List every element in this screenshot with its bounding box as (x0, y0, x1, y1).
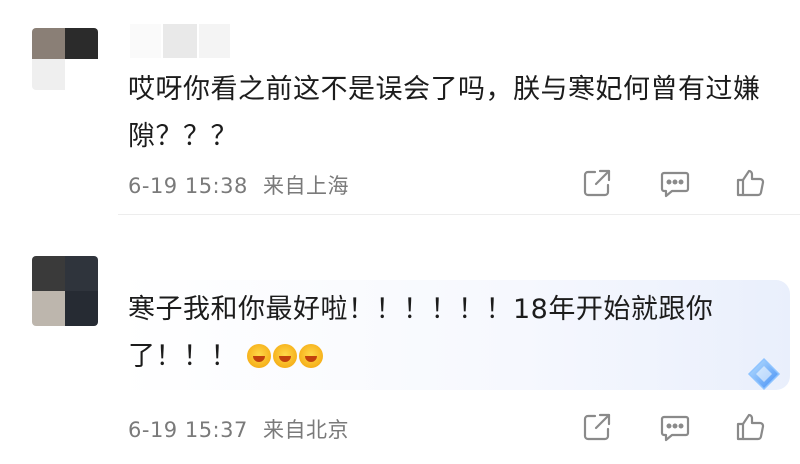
like-icon[interactable] (734, 410, 768, 444)
comment-item: 寒子我和你最好啦！！！！！！18年开始就跟你了！！！ 6-19 15:37 来自… (0, 228, 800, 464)
comment-text-content: 寒子我和你最好啦！！！！！！18年开始就跟你了！！！ (128, 294, 714, 372)
comment-time: 6-19 15:37 (128, 418, 248, 442)
comment-item: 哎呀你看之前这不是误会了吗，朕与寒妃何曾有过嫌隙？？？ 6-19 15:38 来… (0, 0, 800, 218)
laughing-emoji-icon (273, 344, 298, 368)
avatar[interactable] (32, 256, 98, 326)
diamond-badge-icon[interactable] (746, 356, 782, 392)
comment-icon[interactable] (658, 166, 692, 200)
share-icon[interactable] (580, 166, 614, 200)
comment-text: 哎呀你看之前这不是误会了吗，朕与寒妃何曾有过嫌隙？？？ (128, 74, 761, 152)
comment-time: 6-19 15:38 (128, 174, 248, 198)
comment-location: 来自上海 (263, 174, 350, 198)
comment-icon[interactable] (658, 410, 692, 444)
comment-meta: 6-19 15:37 来自北京 (128, 414, 349, 444)
comment-location: 来自北京 (263, 418, 350, 442)
laughing-emoji-icon (247, 344, 272, 368)
like-icon[interactable] (734, 166, 768, 200)
comment-actions (580, 166, 780, 200)
comment-meta: 6-19 15:38 来自上海 (128, 170, 349, 200)
username-redacted[interactable] (130, 24, 230, 58)
laughing-emoji-icon (299, 344, 324, 368)
comment-text: 寒子我和你最好啦！！！！！！18年开始就跟你了！！！ (128, 286, 778, 380)
avatar[interactable] (32, 28, 98, 90)
share-icon[interactable] (580, 410, 614, 444)
comment-actions (580, 410, 780, 444)
divider (118, 214, 800, 215)
